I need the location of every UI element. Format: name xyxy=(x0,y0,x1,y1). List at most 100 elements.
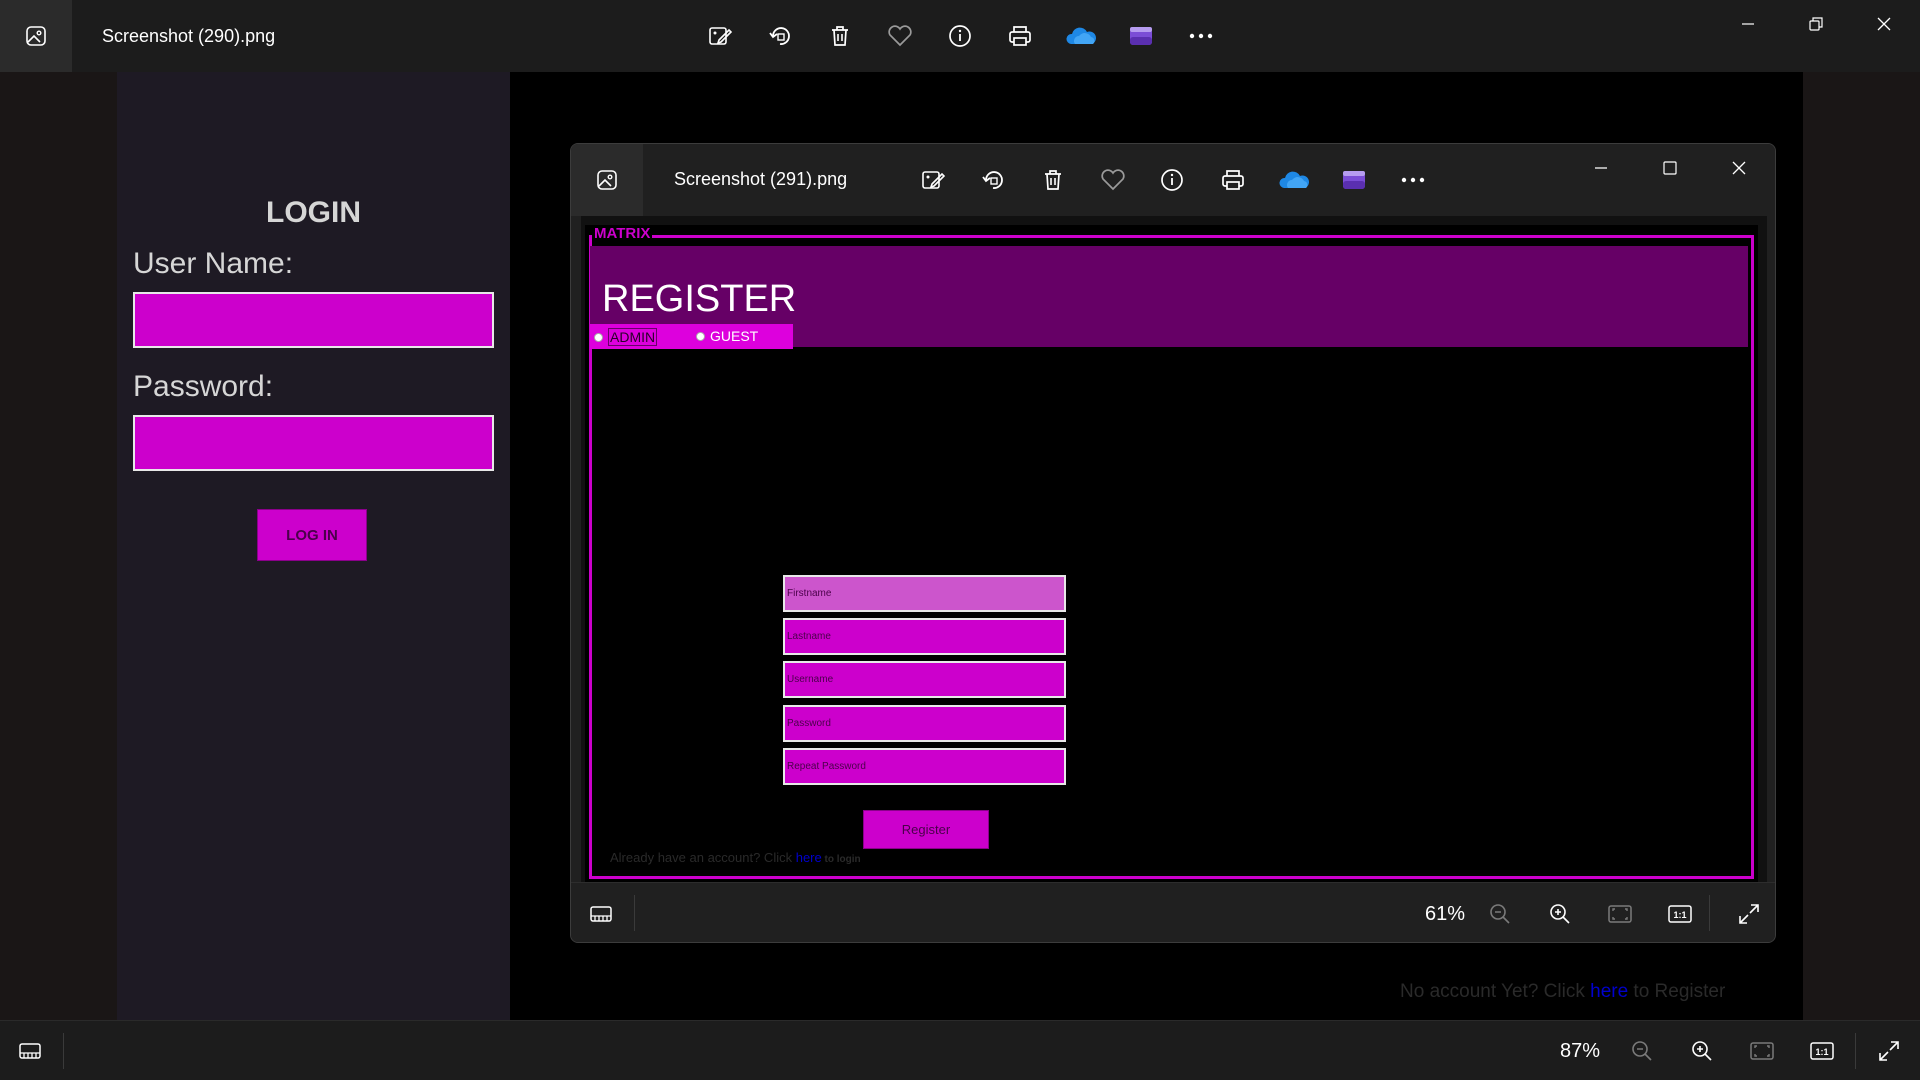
delete-button[interactable] xyxy=(822,18,858,54)
minimize-icon xyxy=(1595,167,1607,169)
repeat-password-field[interactable]: Repeat Password xyxy=(783,748,1066,785)
onedrive-icon xyxy=(1279,171,1309,188)
password-field[interactable]: Password xyxy=(783,705,1066,742)
inner-minimize-button[interactable] xyxy=(1573,152,1629,184)
actual-size-icon: 1:1 xyxy=(1810,1042,1834,1060)
divider xyxy=(1855,1033,1856,1069)
delete-icon xyxy=(832,26,848,46)
info-icon xyxy=(1161,169,1183,191)
no-account-text: No account Yet? Click here to Register xyxy=(1400,981,1725,1003)
zoom-out-button[interactable] xyxy=(1624,1033,1660,1069)
inner-info-button[interactable] xyxy=(1154,162,1190,198)
actual-size-button[interactable]: 1:1 xyxy=(1804,1033,1840,1069)
role-selector: ADMIN GUEST xyxy=(590,324,793,349)
minimize-icon xyxy=(1742,23,1754,25)
register-link[interactable]: here xyxy=(1590,981,1628,1002)
edit-image-button[interactable] xyxy=(702,18,738,54)
inner-filmstrip-button[interactable] xyxy=(583,896,619,932)
print-button[interactable] xyxy=(1002,18,1038,54)
rotate-icon xyxy=(982,171,1003,189)
inner-close-button[interactable] xyxy=(1711,152,1767,184)
actual-size-icon: 1:1 xyxy=(1668,905,1692,923)
photos-app-icon[interactable] xyxy=(0,0,72,72)
inner-print-button[interactable] xyxy=(1215,162,1251,198)
radio-icon[interactable] xyxy=(696,331,705,341)
inner-maximize-button[interactable] xyxy=(1642,152,1698,184)
window-title: Screenshot (290).png xyxy=(102,26,276,46)
edit-image-icon xyxy=(922,171,946,189)
inner-onedrive-button[interactable] xyxy=(1276,162,1312,198)
inner-clipchamp-button[interactable] xyxy=(1336,162,1372,198)
radio-icon[interactable] xyxy=(594,332,603,342)
login-panel: LOGIN User Name: Password: LOG IN xyxy=(117,72,510,1020)
zoom-in-button[interactable] xyxy=(1684,1033,1720,1069)
login-link[interactable]: here xyxy=(796,850,822,865)
role-guest-option[interactable]: GUEST xyxy=(696,328,758,344)
inner-delete-button[interactable] xyxy=(1035,162,1071,198)
already-account-text: Already have an account? Click here to l… xyxy=(610,850,861,865)
svg-text:1:1: 1:1 xyxy=(1815,1047,1828,1057)
inner-rotate-button[interactable] xyxy=(975,162,1011,198)
svg-text:1:1: 1:1 xyxy=(1673,910,1686,920)
inner-more-button[interactable] xyxy=(1395,162,1431,198)
username-label: User Name: xyxy=(133,247,294,280)
password-label: Password: xyxy=(133,370,274,403)
onedrive-button[interactable] xyxy=(1063,18,1099,54)
more-icon xyxy=(1401,177,1425,183)
inner-zoom-out-button[interactable] xyxy=(1482,896,1518,932)
inner-favorite-button[interactable] xyxy=(1095,162,1131,198)
inner-photos-app-icon[interactable] xyxy=(571,144,643,216)
fit-window-icon xyxy=(1608,905,1632,923)
username-field[interactable]: Username xyxy=(783,661,1066,698)
more-icon xyxy=(1189,33,1213,39)
inner-title-bar: Screenshot (291).png xyxy=(571,144,1775,216)
zoom-in-icon xyxy=(1550,904,1570,924)
inner-fit-to-window-button[interactable] xyxy=(1602,896,1638,932)
delete-icon xyxy=(1045,170,1061,190)
lastname-field[interactable]: Lastname xyxy=(783,618,1066,655)
minimize-button[interactable] xyxy=(1720,8,1776,40)
inner-edit-image-button[interactable] xyxy=(915,162,951,198)
filmstrip-button[interactable] xyxy=(12,1033,48,1069)
onedrive-icon xyxy=(1066,27,1096,44)
login-title: LOGIN xyxy=(266,196,361,229)
edit-image-icon xyxy=(709,27,733,45)
info-button[interactable] xyxy=(942,18,978,54)
divider xyxy=(1709,895,1710,931)
rotate-button[interactable] xyxy=(762,18,798,54)
fit-to-window-button[interactable] xyxy=(1744,1033,1780,1069)
inner-zoom-in-button[interactable] xyxy=(1542,896,1578,932)
role-admin-option[interactable]: ADMIN xyxy=(594,328,658,346)
login-button[interactable]: LOG IN xyxy=(257,509,367,561)
favorite-icon xyxy=(1101,169,1125,191)
password-field[interactable] xyxy=(133,415,494,471)
restore-button[interactable] xyxy=(1788,8,1844,40)
matrix-legend: MATRIX xyxy=(592,225,653,242)
register-title: REGISTER xyxy=(602,278,797,320)
favorite-button[interactable] xyxy=(882,18,918,54)
inner-bottom-bar: 61% 1:1 xyxy=(571,882,1775,942)
filmstrip-icon xyxy=(19,1043,41,1059)
no-account-prefix: No account Yet? Click xyxy=(1400,981,1591,1002)
maximize-icon xyxy=(1663,161,1677,175)
inner-window-title: Screenshot (291).png xyxy=(674,169,848,189)
displayed-image-register-page: MATRIX REGISTER ADMIN GUEST Firstname La… xyxy=(585,225,1758,885)
inner-fullscreen-button[interactable] xyxy=(1731,896,1767,932)
fullscreen-button[interactable] xyxy=(1871,1033,1907,1069)
inner-zoom-level[interactable]: 61% xyxy=(1410,899,1480,929)
more-button[interactable] xyxy=(1183,18,1219,54)
zoom-level[interactable]: 87% xyxy=(1545,1036,1615,1066)
filmstrip-icon xyxy=(590,906,612,922)
close-icon xyxy=(1732,161,1746,175)
firstname-field[interactable]: Firstname xyxy=(783,575,1066,612)
inner-actual-size-button[interactable]: 1:1 xyxy=(1662,896,1698,932)
register-button[interactable]: Register xyxy=(863,810,989,849)
already-suffix: to login xyxy=(821,854,861,865)
zoom-out-icon xyxy=(1490,904,1510,924)
clipchamp-button[interactable] xyxy=(1123,18,1159,54)
clipchamp-icon xyxy=(1343,171,1365,189)
username-field[interactable] xyxy=(133,292,494,348)
close-button[interactable] xyxy=(1856,8,1912,40)
no-account-suffix: to Register xyxy=(1628,981,1726,1002)
divider xyxy=(634,895,635,931)
